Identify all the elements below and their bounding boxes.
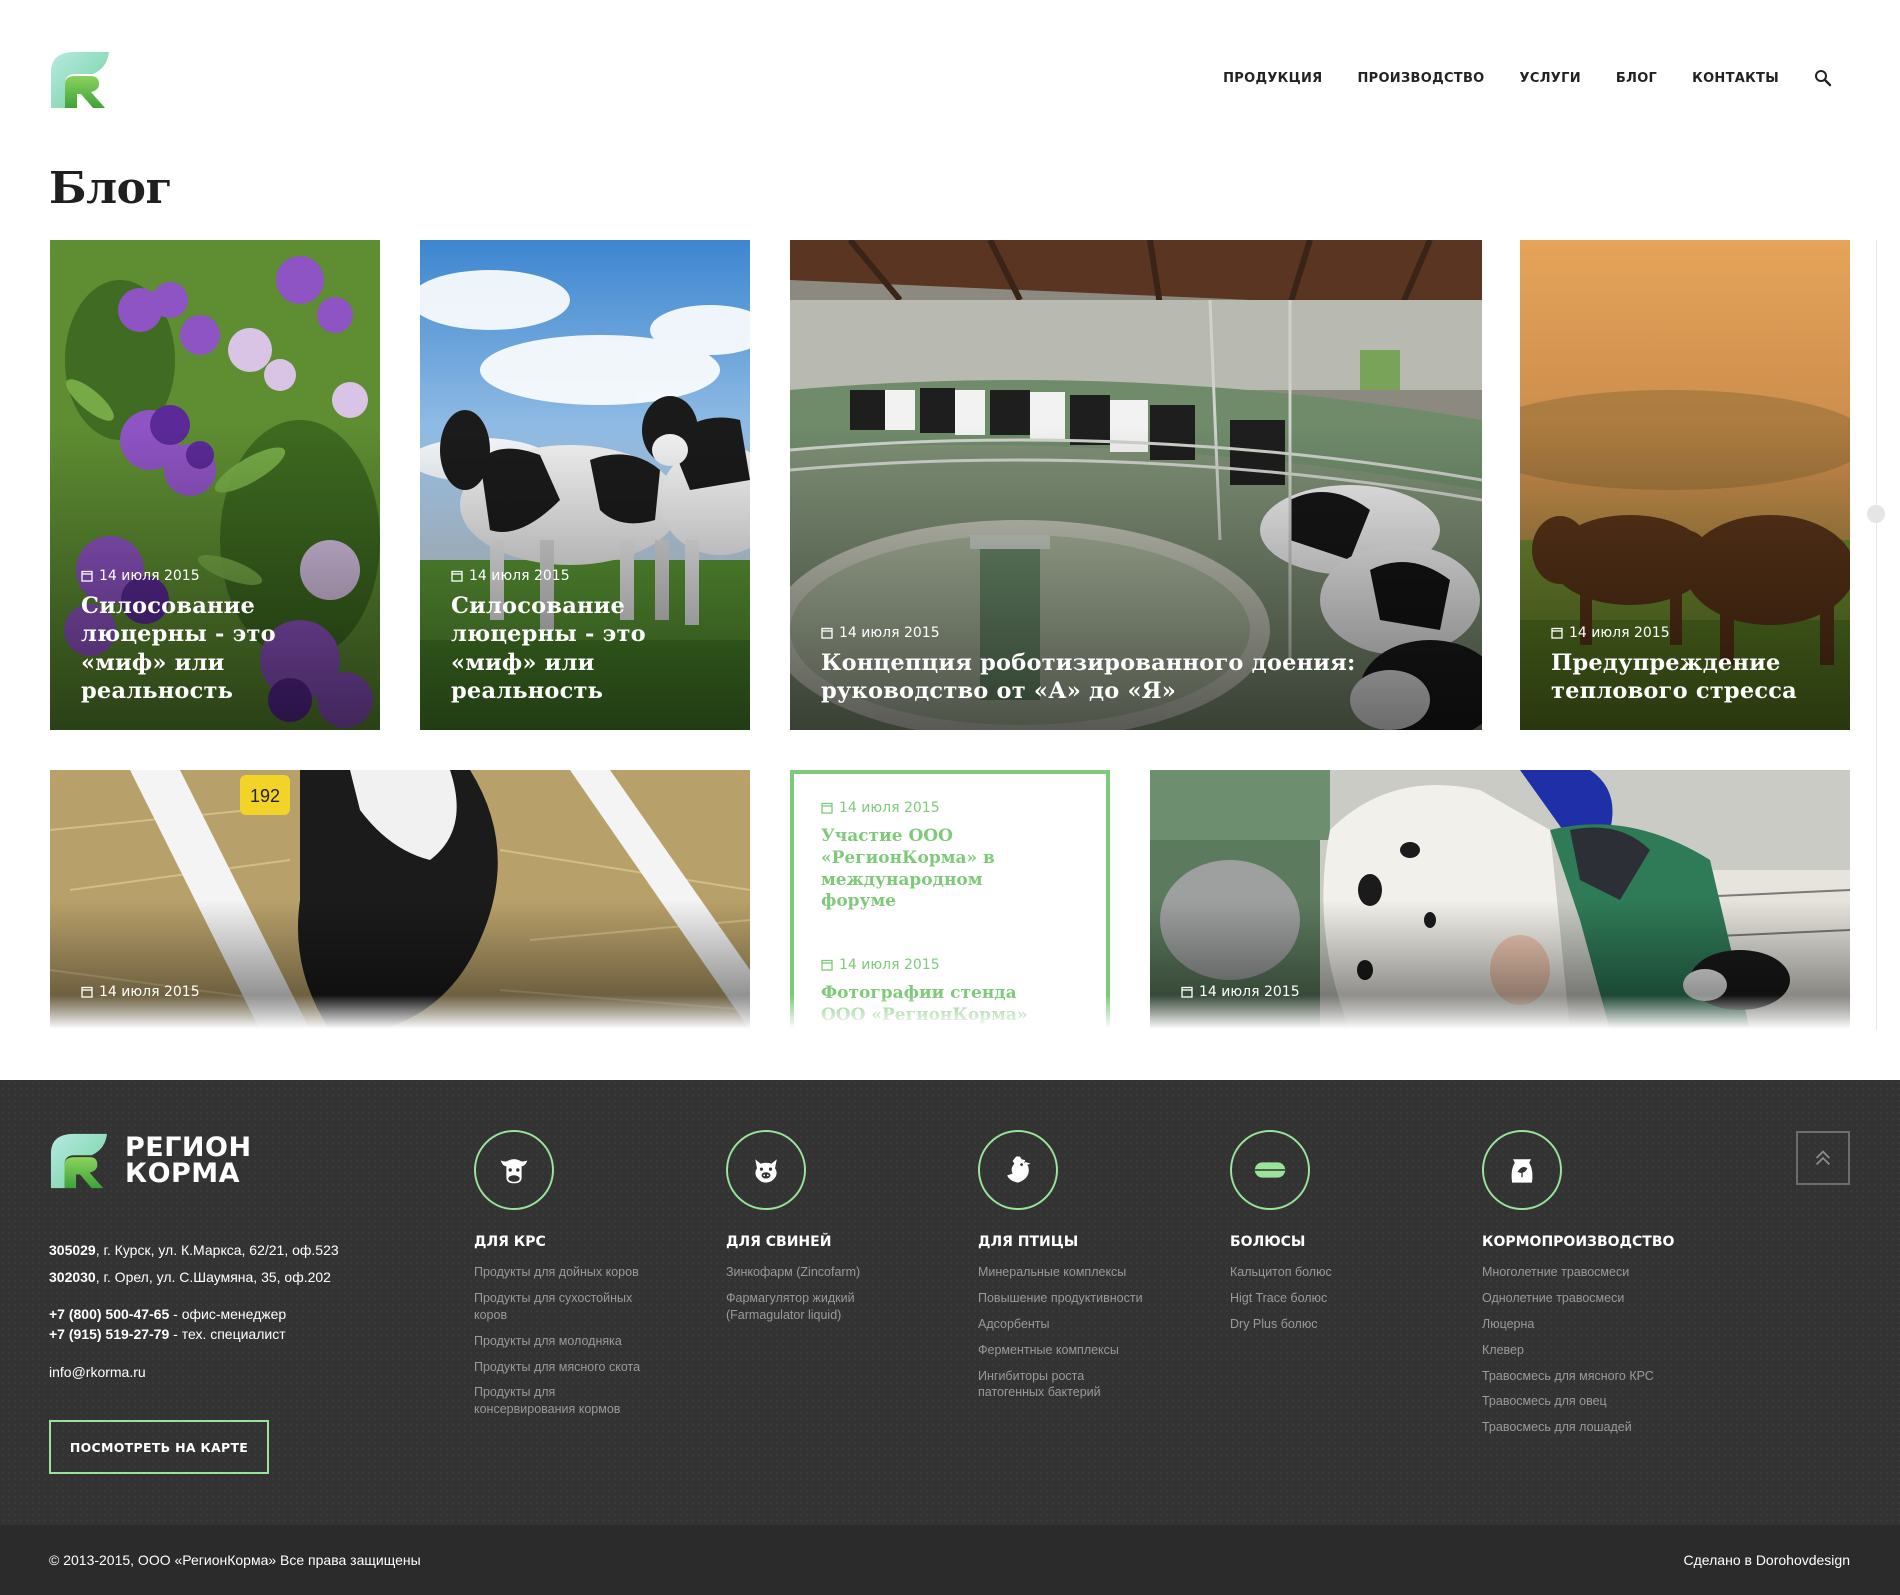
bolus-icon[interactable] (1230, 1130, 1310, 1210)
news-title[interactable]: Участие ООО «РегионКорма» в международно… (821, 826, 1036, 913)
email-link[interactable]: info@rkorma.ru (49, 1364, 339, 1380)
footer-link[interactable]: Травосмесь для мясного КРС (1482, 1368, 1657, 1385)
footer-column-boluses: БОЛЮСЫ Кальцитоп болюс Higt Trace болюс … (1230, 1130, 1430, 1342)
footer-link[interactable]: Люцерна (1482, 1316, 1657, 1333)
footer-link[interactable]: Продукты для сухостойных коров (474, 1290, 649, 1324)
footer-link[interactable]: Higt Trace болюс (1230, 1290, 1405, 1307)
blog-card[interactable]: 14 июля 2015 Силосование люцерны - это «… (50, 240, 380, 730)
post-title[interactable]: Предупреждение теплового стресса (1551, 649, 1831, 706)
footer-link[interactable]: Фармагулятор жидкий (Farmagulator liquid… (726, 1290, 901, 1324)
calendar-icon (81, 570, 93, 582)
footer-link[interactable]: Травосмесь для лошадей (1482, 1419, 1657, 1436)
footer-column-poultry: ДЛЯ ПТИЦЫ Минеральные комплексы Повышени… (978, 1130, 1178, 1410)
calendar-icon (821, 802, 833, 814)
footer-link[interactable]: Однолетние травосмеси (1482, 1290, 1657, 1307)
scroll-track (1876, 240, 1877, 1030)
column-title: БОЛЮСЫ (1230, 1234, 1306, 1250)
footer-column-cattle: ДЛЯ КРС Продукты для дойных коров Продук… (474, 1130, 674, 1427)
feed-bag-icon[interactable] (1482, 1130, 1562, 1210)
footer-link[interactable]: Продукты для молодняка (474, 1333, 649, 1350)
phone-tech[interactable]: +7 (915) 519-27-79 - тех. специалист (49, 1325, 339, 1345)
footer: РЕГИОН КОРМА 305029, г. Курск, ул. К.Мар… (0, 1080, 1900, 1525)
copyright: © 2013-2015, ООО «РегионКорма» Все права… (49, 1552, 421, 1568)
footer-link[interactable]: Ферментные комплексы (978, 1342, 1153, 1359)
column-title: ДЛЯ КРС (474, 1234, 546, 1250)
address-kursk: 305029, г. Курск, ул. К.Маркса, 62/21, о… (49, 1242, 339, 1258)
footer-link[interactable]: Ингибиторы роста патогенных бактерий (978, 1368, 1153, 1402)
post-date: 14 июля 2015 (821, 625, 1462, 641)
post-title[interactable]: Силосование люцерны - это «миф» или реал… (81, 592, 311, 706)
footer-column-pigs: ДЛЯ СВИНЕЙ Зинкофарм (Zincofarm) Фармагу… (726, 1130, 926, 1333)
footer-link[interactable]: Зинкофарм (Zincofarm) (726, 1264, 901, 1281)
footer-link[interactable]: Клевер (1482, 1342, 1657, 1359)
footer-link[interactable]: Продукты для консервирования кормов (474, 1384, 649, 1418)
footer-link[interactable]: Dry Plus болюс (1230, 1316, 1405, 1333)
news-date: 14 июля 2015 (821, 800, 1086, 816)
main-nav: ПРОДУКЦИЯ ПРОИЗВОДСТВО УСЛУГИ БЛОГ КОНТА… (1223, 62, 1832, 94)
post-title[interactable]: Силосование люцерны - это «миф» или реал… (451, 592, 681, 706)
footer-link[interactable]: Адсорбенты (978, 1316, 1153, 1333)
blog-card[interactable]: 14 июля 2015 Силосование люцерны - это «… (420, 240, 750, 730)
footer-link[interactable]: Минеральные комплексы (978, 1264, 1153, 1281)
nav-item-production[interactable]: ПРОИЗВОДСТВО (1357, 71, 1484, 86)
logo-mark (50, 1133, 108, 1189)
page-title: Блог (49, 163, 172, 214)
footer-link[interactable]: Продукты для мясного скота (474, 1359, 649, 1376)
post-title[interactable]: Концепция роботизированного доения: руко… (821, 649, 1381, 706)
news-item[interactable]: 14 июля 2015 Участие ООО «РегионКорма» в… (821, 800, 1086, 913)
phone-office[interactable]: +7 (800) 500-47-65 - офис-менеджер (49, 1305, 339, 1325)
post-date: 14 июля 2015 (81, 568, 360, 584)
footer-column-forage: КОРМОПРОИЗВОДСТВО Многолетние травосмеси… (1482, 1130, 1682, 1445)
nav-item-products[interactable]: ПРОДУКЦИЯ (1223, 71, 1322, 86)
chicken-icon[interactable] (978, 1130, 1058, 1210)
nav-item-contacts[interactable]: КОНТАКТЫ (1692, 71, 1779, 86)
double-chevron-up-icon (1815, 1150, 1831, 1166)
contacts: 305029, г. Курск, ул. К.Маркса, 62/21, о… (49, 1242, 339, 1391)
pig-icon[interactable] (726, 1130, 806, 1210)
nav-item-blog[interactable]: БЛОГ (1616, 71, 1657, 86)
view-map-button[interactable]: ПОСМОТРЕТЬ НА КАРТЕ (49, 1420, 269, 1474)
nav-item-services[interactable]: УСЛУГИ (1520, 71, 1581, 86)
footer-link[interactable]: Кальцитоп болюс (1230, 1264, 1405, 1281)
brand-name: РЕГИОН КОРМА (125, 1131, 252, 1189)
news-list-card: 14 июля 2015 Участие ООО «РегионКорма» в… (790, 770, 1110, 1030)
news-date: 14 июля 2015 (821, 957, 1086, 973)
made-by-link[interactable]: Сделано в Dorohovdesign (1684, 1552, 1850, 1568)
column-title: ДЛЯ ПТИЦЫ (978, 1234, 1079, 1250)
blog-card[interactable]: 192 14 июля 2015 (50, 770, 750, 1030)
footer-link[interactable]: Продукты для дойных коров (474, 1264, 649, 1281)
column-title: ДЛЯ СВИНЕЙ (726, 1234, 832, 1250)
blog-card[interactable]: 14 июля 2015 (1150, 770, 1850, 1030)
footer-logo[interactable]: РЕГИОН КОРМА (49, 1132, 252, 1190)
scroll-to-top-button[interactable] (1796, 1131, 1850, 1185)
bottom-bar: © 2013-2015, ООО «РегионКорма» Все права… (0, 1525, 1900, 1595)
address-orel: 302030, г. Орел, ул. С.Шаумяна, 35, оф.2… (49, 1269, 331, 1285)
blog-card[interactable]: 14 июля 2015 Концепция роботизированного… (790, 240, 1482, 730)
logo[interactable] (49, 50, 111, 110)
footer-link[interactable]: Травосмесь для овец (1482, 1393, 1657, 1410)
calendar-icon (1551, 627, 1563, 639)
search-icon[interactable] (1814, 69, 1832, 87)
column-title: КОРМОПРОИЗВОДСТВО (1482, 1234, 1675, 1250)
blog-card[interactable]: 14 июля 2015 Предупреждение теплового ст… (1520, 240, 1850, 730)
footer-link[interactable]: Многолетние травосмеси (1482, 1264, 1657, 1281)
calendar-icon (451, 570, 463, 582)
cow-icon[interactable] (474, 1130, 554, 1210)
calendar-icon (821, 627, 833, 639)
calendar-icon (821, 959, 833, 971)
post-date: 14 июля 2015 (451, 568, 730, 584)
svg-text:192: 192 (250, 786, 280, 806)
scroll-handle[interactable] (1867, 505, 1885, 523)
list-fade (40, 995, 1860, 1035)
footer-link[interactable]: Повышение продуктивности (978, 1290, 1153, 1307)
post-date: 14 июля 2015 (1551, 625, 1830, 641)
